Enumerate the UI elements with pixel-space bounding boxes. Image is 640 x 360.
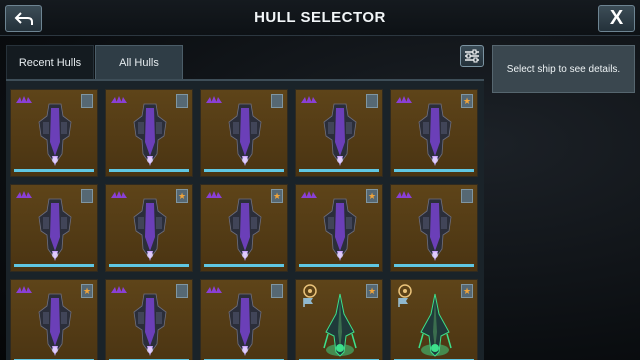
green-ship-icon — [418, 293, 452, 357]
hull-card[interactable] — [200, 279, 288, 360]
flag-faction-icon — [398, 284, 412, 307]
green-ship-icon — [323, 293, 357, 357]
tier-badge-icon — [176, 284, 188, 298]
star-badge-icon: ★ — [81, 284, 93, 298]
star-badge-icon: ★ — [366, 284, 378, 298]
hull-card[interactable]: ★ — [10, 279, 98, 360]
hull-card-bar — [204, 169, 284, 172]
flag-faction-icon — [303, 284, 317, 307]
purple-ship-icon — [228, 293, 262, 356]
star-badge-icon: ★ — [461, 284, 473, 298]
purple-ship-icon — [38, 103, 72, 166]
hull-card[interactable] — [10, 184, 98, 272]
hull-card[interactable]: ★ — [295, 184, 383, 272]
hull-card-bar — [109, 169, 189, 172]
hull-card[interactable]: ★ — [105, 184, 193, 272]
purple-ship-icon — [228, 103, 262, 166]
hull-card[interactable]: ★ — [390, 279, 478, 360]
tier-badge-icon — [271, 94, 283, 108]
tab-recent-hulls[interactable]: Recent Hulls — [6, 45, 94, 79]
purple-faction-icon — [111, 286, 127, 293]
hull-card[interactable] — [390, 184, 478, 272]
hull-grid-panel[interactable]: ★ ★ ★ ★ ★ ★ ★ — [6, 79, 484, 360]
hull-card-bar — [394, 169, 474, 172]
purple-faction-icon — [301, 191, 317, 198]
details-prompt: Select ship to see details. — [506, 63, 621, 75]
purple-faction-icon — [206, 286, 222, 293]
purple-ship-icon — [228, 198, 262, 261]
purple-faction-icon — [111, 191, 127, 198]
tier-badge-icon — [81, 94, 93, 108]
hull-card-bar — [204, 264, 284, 267]
hull-card-bar — [14, 169, 94, 172]
purple-faction-icon — [301, 96, 317, 103]
hull-card[interactable] — [295, 89, 383, 177]
details-panel: Select ship to see details. — [492, 45, 635, 93]
star-badge-icon: ★ — [176, 189, 188, 203]
purple-ship-icon — [418, 103, 452, 166]
hull-card[interactable] — [200, 89, 288, 177]
purple-faction-icon — [206, 191, 222, 198]
star-badge-icon: ★ — [366, 189, 378, 203]
purple-ship-icon — [133, 293, 167, 356]
purple-faction-icon — [396, 191, 412, 198]
hull-card[interactable]: ★ — [295, 279, 383, 360]
header-bar: HULL SELECTOR X — [0, 0, 640, 36]
purple-faction-icon — [111, 96, 127, 103]
hull-card[interactable]: ★ — [200, 184, 288, 272]
purple-ship-icon — [38, 198, 72, 261]
hull-card-bar — [299, 264, 379, 267]
purple-ship-icon — [133, 198, 167, 261]
sliders-icon — [465, 49, 479, 63]
tier-badge-icon — [366, 94, 378, 108]
purple-ship-icon — [323, 103, 357, 166]
tab-all-hulls[interactable]: All Hulls — [95, 45, 183, 79]
hull-card-bar — [299, 169, 379, 172]
tier-badge-icon — [81, 189, 93, 203]
purple-faction-icon — [396, 96, 412, 103]
purple-faction-icon — [206, 96, 222, 103]
hull-card[interactable] — [105, 279, 193, 360]
hull-card[interactable] — [105, 89, 193, 177]
purple-faction-icon — [16, 286, 32, 293]
purple-ship-icon — [133, 103, 167, 166]
page-title: HULL SELECTOR — [254, 9, 386, 26]
close-button[interactable]: X — [598, 5, 635, 32]
tier-badge-icon — [271, 284, 283, 298]
star-badge-icon: ★ — [461, 94, 473, 108]
hull-card[interactable] — [10, 89, 98, 177]
tier-badge-icon — [176, 94, 188, 108]
tier-badge-icon — [461, 189, 473, 203]
filter-button[interactable] — [460, 45, 484, 67]
star-badge-icon: ★ — [271, 189, 283, 203]
purple-ship-icon — [418, 198, 452, 261]
hull-card-bar — [14, 264, 94, 267]
purple-faction-icon — [16, 191, 32, 198]
purple-ship-icon — [323, 198, 357, 261]
purple-ship-icon — [38, 293, 72, 356]
hull-card[interactable]: ★ — [390, 89, 478, 177]
purple-faction-icon — [16, 96, 32, 103]
hull-card-bar — [109, 264, 189, 267]
hull-card-bar — [394, 264, 474, 267]
